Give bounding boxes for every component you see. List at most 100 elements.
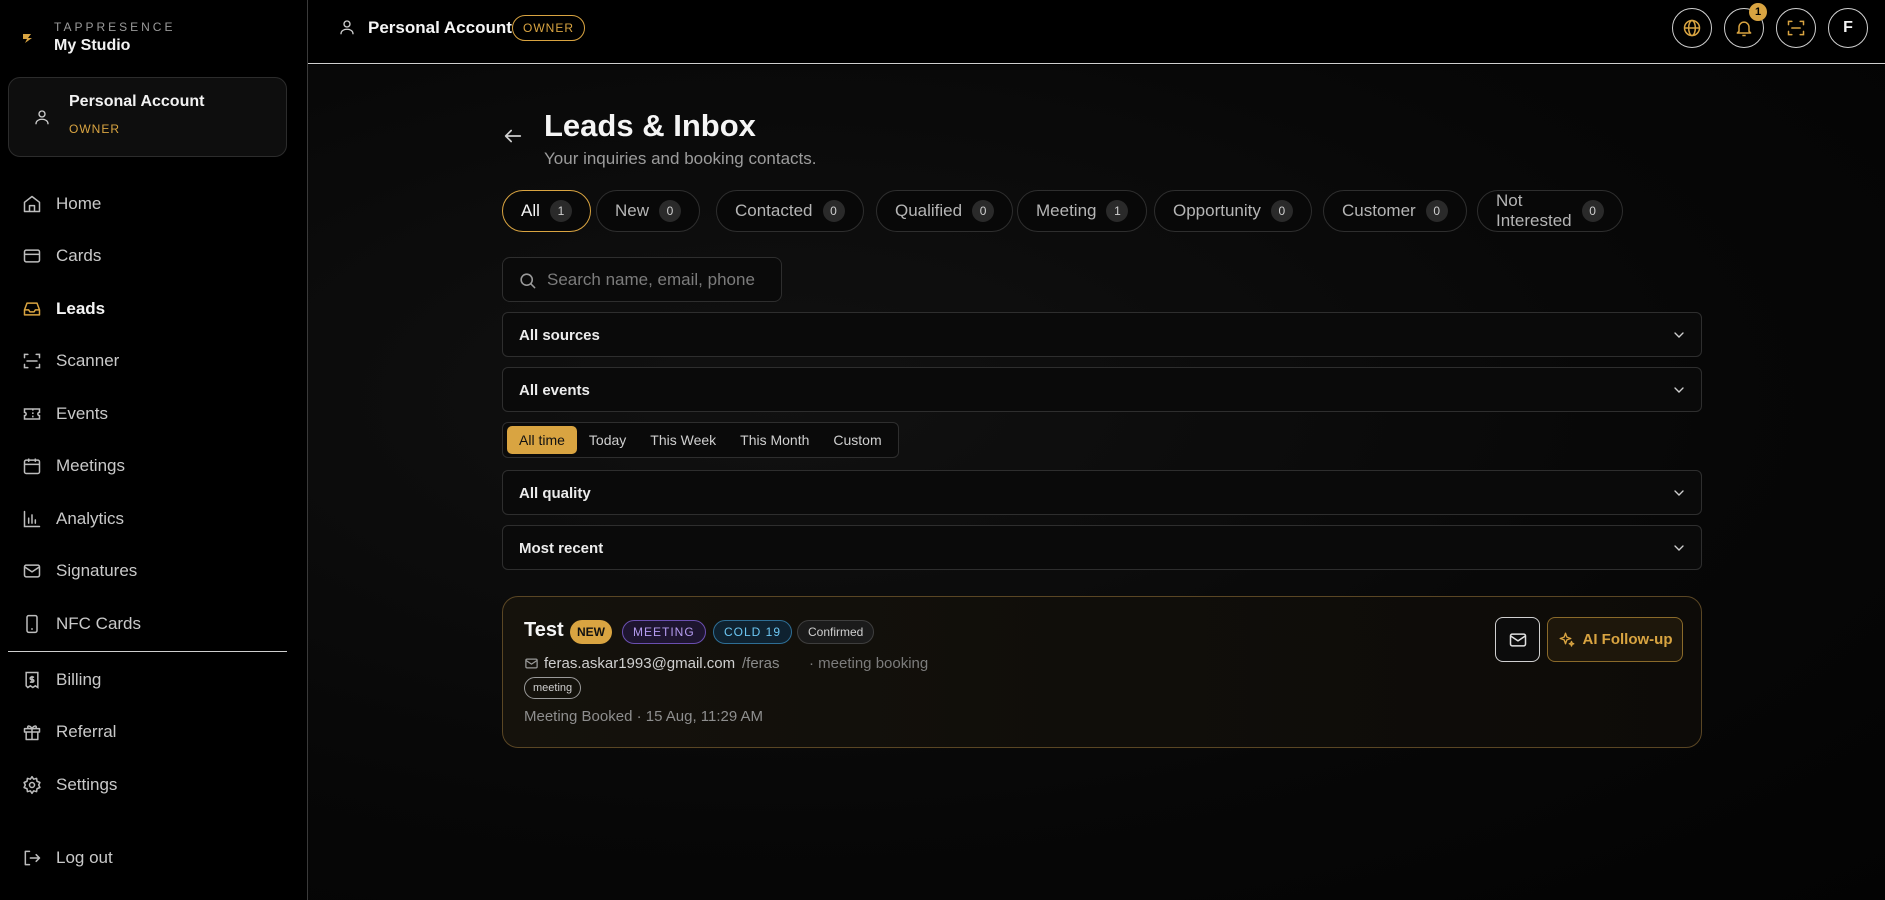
lead-last-activity: Meeting Booked · 15 Aug, 11:29 AM <box>524 708 764 725</box>
sidebar-item-referral[interactable]: Referral <box>22 716 282 748</box>
tab-count: 1 <box>549 200 572 222</box>
sort-select[interactable]: Most recent <box>502 525 1702 570</box>
sidebar-item-label: Settings <box>56 775 118 794</box>
lead-tag[interactable]: meeting <box>524 677 582 699</box>
tab-contacted[interactable]: Contacted 0 <box>716 190 864 232</box>
tab-label: Not Interested <box>1496 191 1572 230</box>
tab-qualified[interactable]: Qualified 0 <box>876 190 1014 232</box>
role-badge: OWNER <box>512 15 585 41</box>
mail-icon <box>23 564 41 578</box>
tab-all[interactable]: All 1 <box>502 190 591 232</box>
time-option-custom[interactable]: Custom <box>821 426 893 454</box>
temperature-badge: COLD 19 <box>713 620 793 644</box>
tab-label: Opportunity <box>1173 201 1261 220</box>
time-option-this-week[interactable]: This Week <box>638 426 728 454</box>
sidebar-item-meetings[interactable]: Meetings <box>22 450 282 482</box>
mail-icon <box>1509 632 1526 647</box>
sidebar-item-leads[interactable]: Leads <box>22 293 282 325</box>
brand[interactable]: TAPPRESENCE My Studio <box>22 18 175 58</box>
sidebar-item-nfc-cards[interactable]: NFC Cards <box>22 608 282 640</box>
lead-card[interactable]: Test NEW MEETING COLD 19 Confirmed feras… <box>502 596 1702 748</box>
brand-company: TAPPRESENCE <box>54 20 176 34</box>
search-input[interactable] <box>547 258 777 301</box>
brand-workspace-name: My Studio <box>54 37 131 54</box>
time-option-all-time[interactable]: All time <box>507 426 577 454</box>
tab-label: Meeting <box>1036 201 1097 220</box>
logout-button[interactable]: Log out <box>22 842 282 874</box>
tab-new[interactable]: New 0 <box>596 190 701 232</box>
brand-logo-icon <box>23 34 32 43</box>
gift-icon <box>23 725 41 741</box>
sidebar-item-billing[interactable]: Billing <box>22 664 282 696</box>
sidebar-item-home[interactable]: Home <box>22 188 282 220</box>
select-value: All quality <box>519 485 591 502</box>
sidebar-item-scanner[interactable]: Scanner <box>22 345 282 377</box>
tab-meeting[interactable]: Meeting 1 <box>1017 190 1148 232</box>
logout-label: Log out <box>56 848 113 867</box>
sidebar-item-cards[interactable]: Cards <box>22 240 282 272</box>
select-value: Most recent <box>519 540 604 557</box>
sidebar-divider <box>8 651 287 652</box>
user-avatar-button[interactable]: F <box>1828 8 1868 48</box>
phone-icon <box>26 614 38 634</box>
top-bar: Personal Account OWNER 1 F <box>308 0 1885 64</box>
tab-label: All <box>521 201 540 220</box>
back-arrow-icon[interactable] <box>502 125 524 147</box>
user-icon <box>340 20 354 35</box>
email-lead-button[interactable] <box>1495 617 1540 662</box>
scan-icon <box>1787 20 1805 36</box>
time-option-today[interactable]: Today <box>577 426 638 454</box>
time-option-this-month[interactable]: This Month <box>728 426 821 454</box>
select-value: All events <box>519 382 590 399</box>
ai-follow-up-button[interactable]: AI Follow-up <box>1547 617 1683 662</box>
language-button[interactable] <box>1672 8 1712 48</box>
home-icon <box>23 195 41 213</box>
logout-icon <box>24 850 41 866</box>
tab-count: 0 <box>972 200 995 222</box>
user-icon <box>35 110 49 125</box>
ticket-icon <box>23 408 41 420</box>
source-filter-select[interactable]: All sources <box>502 312 1702 357</box>
sidebar-item-settings[interactable]: Settings <box>22 769 282 801</box>
tab-opportunity[interactable]: Opportunity 0 <box>1154 190 1312 232</box>
tab-label: Customer <box>1342 201 1416 220</box>
calendar-icon <box>23 458 41 475</box>
tab-count: 0 <box>822 200 845 222</box>
account-switcher[interactable]: Personal Account OWNER <box>8 77 287 157</box>
sidebar-item-label: Leads <box>56 299 106 318</box>
quality-filter-select[interactable]: All quality <box>502 470 1702 515</box>
sidebar-item-analytics[interactable]: Analytics <box>22 503 282 535</box>
card-icon <box>23 249 41 263</box>
bar-chart-icon <box>23 510 41 528</box>
search-icon <box>520 273 536 289</box>
lead-email[interactable]: feras.askar1993@gmail.com <box>544 655 735 672</box>
page-title: Leads & Inbox <box>544 108 756 143</box>
tab-customer[interactable]: Customer 0 <box>1323 190 1467 232</box>
chevron-down-icon <box>1674 332 1684 338</box>
notifications-button[interactable]: 1 <box>1724 3 1767 48</box>
sidebar-item-signatures[interactable]: Signatures <box>22 555 282 587</box>
bell-icon <box>1736 21 1752 37</box>
stage-badge: MEETING <box>622 620 706 644</box>
sidebar: TAPPRESENCE My Studio Personal Account O… <box>0 0 308 900</box>
mail-icon <box>525 658 538 669</box>
chevron-down-icon <box>1674 545 1684 551</box>
tab-label: Contacted <box>735 201 813 220</box>
notification-count-badge: 1 <box>1749 3 1767 21</box>
search-box <box>502 257 782 302</box>
main-content: Leads & Inbox Your inquiries and booking… <box>308 65 1885 900</box>
new-badge: NEW <box>570 620 612 644</box>
tab-not-interested[interactable]: Not Interested 0 <box>1477 190 1623 232</box>
sidebar-item-label: Analytics <box>56 509 125 528</box>
scan-icon <box>23 353 41 369</box>
scan-button[interactable] <box>1776 8 1816 48</box>
sidebar-item-label: Meetings <box>56 456 125 475</box>
event-filter-select[interactable]: All events <box>502 367 1702 412</box>
sparkles-icon <box>1559 632 1574 647</box>
select-value: All sources <box>519 327 600 344</box>
sidebar-item-label: Signatures <box>56 561 138 580</box>
receipt-icon <box>25 671 39 689</box>
sidebar-item-events[interactable]: Events <box>22 398 282 430</box>
sidebar-item-label: Home <box>56 194 102 213</box>
current-account-name: Personal Account <box>368 18 512 37</box>
